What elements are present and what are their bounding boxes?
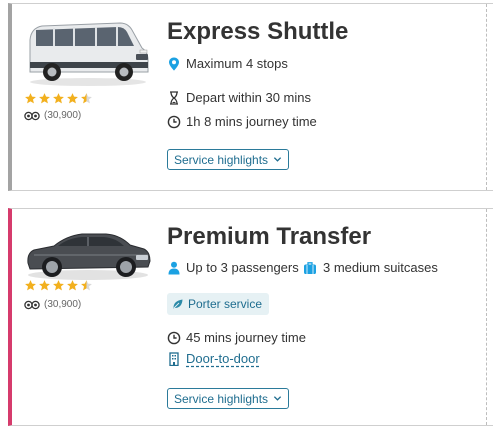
feature-text: Maximum 4 stops — [186, 56, 288, 71]
card-title: Premium Transfer — [167, 223, 372, 250]
feature-luggage: 3 medium suitcases — [302, 260, 438, 275]
feature-text: Depart within 30 mins — [186, 90, 311, 105]
card-divider — [486, 209, 487, 425]
building-icon — [169, 351, 179, 366]
porter-service-badge: Porter service — [167, 293, 270, 315]
feature-text: Up to 3 passengers — [186, 260, 299, 275]
feature-text: 3 medium suitcases — [323, 260, 438, 275]
review-count-row[interactable]: (30,900) — [24, 110, 81, 121]
feature-departure: Depart within 30 mins — [167, 90, 311, 105]
chevron-down-icon — [273, 157, 282, 162]
hourglass-icon — [170, 90, 178, 105]
transfer-card-express-shuttle[interactable]: (30,900) Express Shuttle Maximum 4 stops… — [8, 3, 493, 191]
clock-icon — [167, 115, 181, 128]
feature-journey-time: 1h 8 mins journey time — [167, 114, 317, 129]
feature-door-to-door[interactable]: Door-to-door — [167, 351, 260, 366]
feature-text: 1h 8 mins journey time — [186, 114, 317, 129]
person-icon — [168, 261, 180, 274]
clock-icon — [167, 331, 181, 344]
tripadvisor-owl-icon — [24, 111, 40, 120]
service-highlights-label: Service highlights — [174, 391, 269, 406]
star-icon — [53, 280, 64, 291]
review-count: (30,900) — [44, 299, 82, 310]
minibus-image — [29, 22, 149, 86]
review-count: (30,900) — [44, 110, 82, 121]
star-icon — [25, 93, 36, 104]
suitcase-icon — [304, 261, 316, 274]
leaf-icon — [173, 299, 183, 309]
feature-text: 45 mins journey time — [186, 330, 306, 345]
service-highlights-button[interactable]: Service highlights — [167, 149, 290, 170]
half-star-icon — [81, 93, 92, 104]
map-pin-icon — [169, 57, 179, 70]
star-icon — [67, 93, 78, 104]
service-highlights-label: Service highlights — [174, 152, 269, 167]
feature-journey-time: 45 mins journey time — [167, 330, 306, 345]
tripadvisor-owl-icon — [24, 300, 40, 309]
half-star-icon — [81, 280, 92, 291]
transfer-card-premium-transfer[interactable]: (30,900) Premium Transfer Up to 3 passen… — [8, 208, 493, 426]
star-rating — [24, 92, 94, 105]
sedan-image — [27, 233, 151, 280]
feature-passengers: Up to 3 passengers — [167, 260, 299, 275]
badge-text: Porter service — [188, 297, 263, 311]
star-icon — [39, 93, 50, 104]
feature-stops: Maximum 4 stops — [167, 56, 288, 71]
star-icon — [25, 280, 36, 291]
service-highlights-button[interactable]: Service highlights — [167, 388, 290, 409]
card-title: Express Shuttle — [167, 18, 349, 45]
star-rating — [24, 279, 94, 292]
review-count-row[interactable]: (30,900) — [24, 299, 81, 310]
star-icon — [67, 280, 78, 291]
star-icon — [53, 93, 64, 104]
chevron-down-icon — [273, 396, 282, 401]
door-to-door-link[interactable]: Door-to-door — [186, 351, 260, 366]
card-divider — [486, 4, 487, 190]
star-icon — [39, 280, 50, 291]
